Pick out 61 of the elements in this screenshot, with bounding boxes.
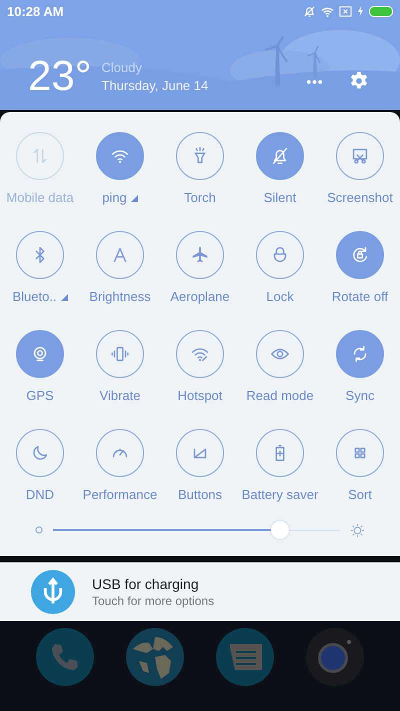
camera-icon[interactable] bbox=[305, 627, 365, 687]
toggle-label: Torch bbox=[184, 190, 216, 205]
toggle-button[interactable] bbox=[176, 429, 224, 477]
bell-off-icon bbox=[303, 4, 316, 18]
toggle-button[interactable] bbox=[336, 231, 384, 279]
toggle-label: Sync bbox=[346, 388, 374, 403]
usb-icon bbox=[30, 569, 76, 615]
status-time: 10:28 AM bbox=[7, 4, 64, 18]
toggle-button[interactable] bbox=[256, 132, 304, 180]
toggle-label: Silent bbox=[264, 190, 296, 205]
more-icon[interactable] bbox=[306, 79, 323, 85]
toggle-label: Lock bbox=[266, 289, 294, 304]
toggle-label: Sort bbox=[348, 487, 372, 502]
toggle-button[interactable] bbox=[16, 231, 64, 279]
toggle-button[interactable] bbox=[176, 132, 224, 180]
expand-icon[interactable] bbox=[60, 294, 68, 301]
phone-icon[interactable] bbox=[35, 627, 95, 687]
settings-icon[interactable] bbox=[349, 71, 369, 91]
weather-condition: Cloudy bbox=[102, 60, 143, 74]
notification-card[interactable]: USB for charging Touch for more options bbox=[0, 562, 400, 621]
toggle-label: Hotspot bbox=[178, 388, 222, 403]
toggle-label: Rotate off bbox=[332, 289, 388, 304]
slider-thumb[interactable] bbox=[270, 521, 289, 539]
sim-icon bbox=[339, 4, 352, 18]
toggle-button[interactable] bbox=[96, 429, 144, 477]
toggle-label: Blueto.. bbox=[12, 289, 57, 304]
charging-icon bbox=[357, 5, 364, 17]
messages-icon[interactable] bbox=[215, 627, 275, 687]
toggle-button[interactable] bbox=[96, 132, 144, 180]
brightness-low-icon bbox=[35, 526, 43, 534]
toggle-label: Vibrate bbox=[100, 388, 140, 403]
toggle-label: Brightness bbox=[89, 289, 151, 304]
toggle-label: Battery saver bbox=[242, 487, 318, 502]
toggle-label: Aeroplane bbox=[170, 289, 230, 304]
expand-icon[interactable] bbox=[130, 195, 138, 202]
toggle-label: Read mode bbox=[246, 388, 314, 403]
toggle-label: DND bbox=[26, 487, 54, 502]
toggle-button[interactable] bbox=[336, 429, 384, 477]
toggle-button[interactable] bbox=[16, 429, 64, 477]
toggle-button[interactable] bbox=[256, 231, 304, 279]
toggle-button[interactable] bbox=[256, 429, 304, 477]
toggle-button[interactable] bbox=[336, 330, 384, 378]
notification-title: USB for charging bbox=[92, 576, 200, 592]
date: Thursday, June 14 bbox=[102, 78, 208, 92]
toggle-button[interactable] bbox=[176, 330, 224, 378]
toggle-button[interactable] bbox=[336, 132, 384, 180]
brightness-high-icon bbox=[350, 522, 365, 538]
globe-icon[interactable] bbox=[125, 627, 185, 687]
toggle-button[interactable] bbox=[176, 231, 224, 279]
toggle-button[interactable] bbox=[96, 330, 144, 378]
notification-text: Touch for more options bbox=[92, 594, 214, 608]
toggle-label: GPS bbox=[26, 388, 54, 403]
toggle-button[interactable] bbox=[96, 231, 144, 279]
toggle-button[interactable] bbox=[256, 330, 304, 378]
toggle-label: ping bbox=[102, 190, 127, 205]
toggle-label: Screenshot bbox=[327, 190, 393, 205]
toggle-label: Performance bbox=[82, 487, 158, 502]
toggle-label: Mobile data bbox=[6, 190, 74, 205]
toggle-label: Buttons bbox=[178, 487, 222, 502]
temperature: 23° bbox=[28, 54, 92, 98]
toggle-button[interactable] bbox=[16, 330, 64, 378]
